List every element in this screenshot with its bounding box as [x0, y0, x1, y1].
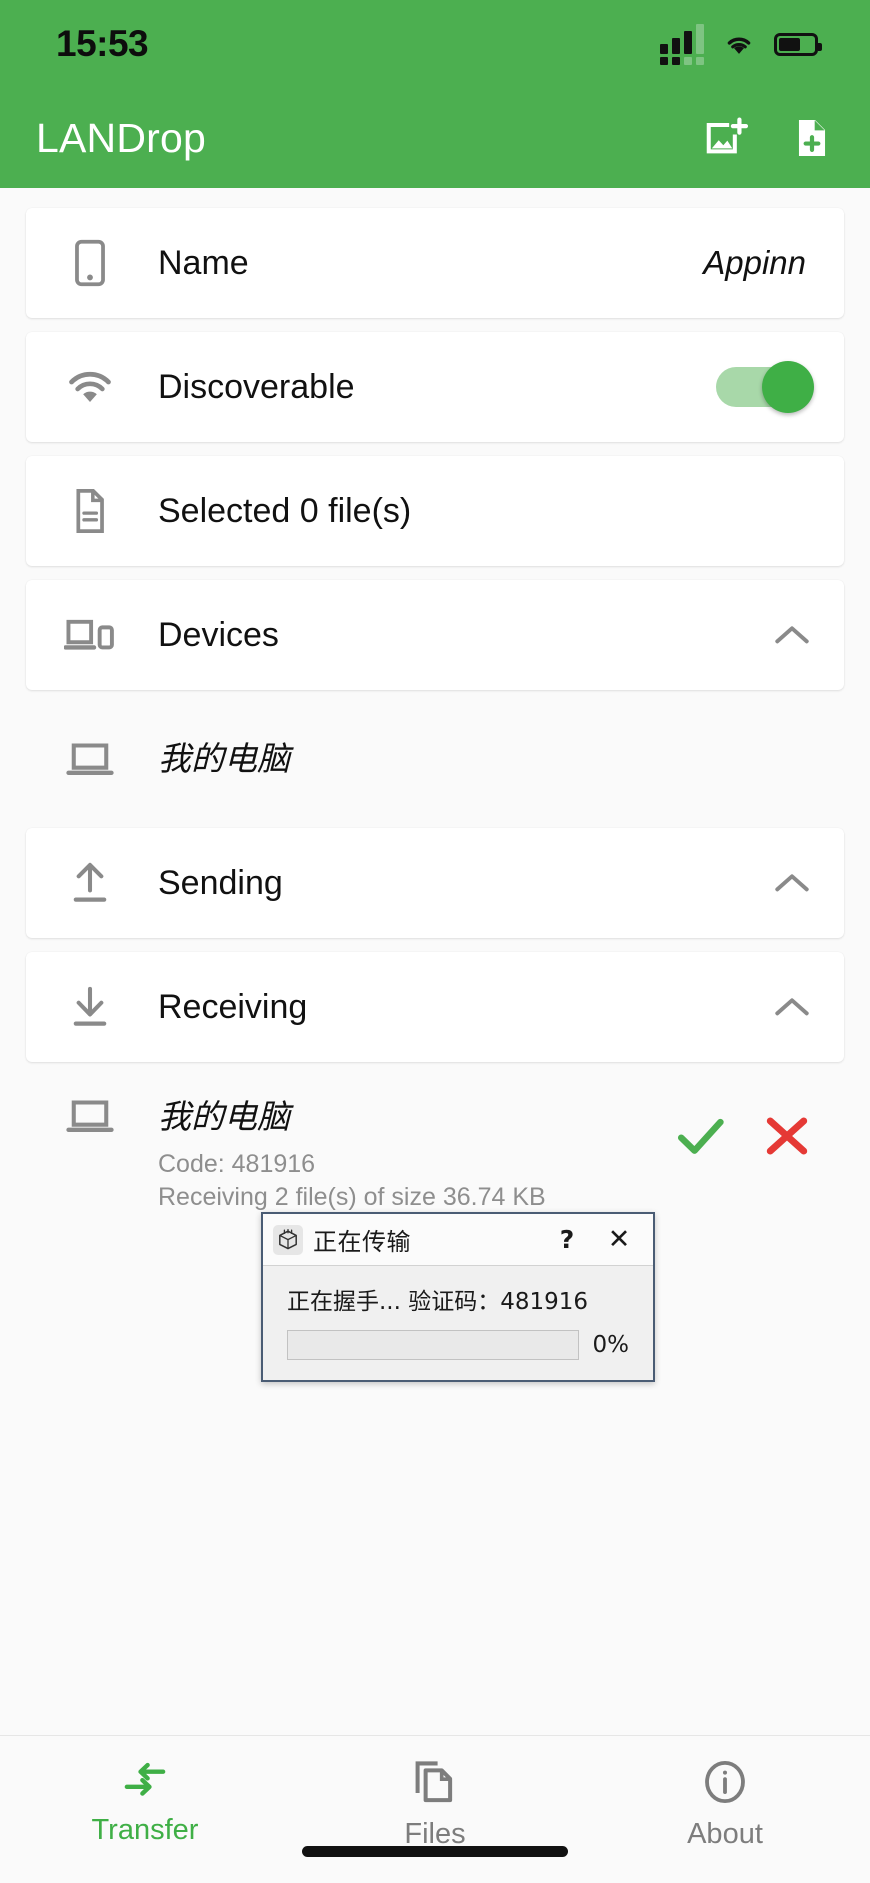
transfer-dialog-title: 正在传输	[313, 1228, 411, 1256]
row-devices-label: Devices	[158, 615, 279, 654]
transfer-dialog-body: 正在握手... 验证码：481916 0%	[263, 1266, 653, 1380]
transfer-dialog[interactable]: 正在传输 ? ✕ 正在握手... 验证码：481916 0%	[261, 1212, 655, 1382]
transfer-dialog-titlebar: 正在传输 ? ✕	[263, 1214, 653, 1266]
reject-transfer-button[interactable]	[764, 1116, 810, 1156]
app-bar: LANDrop	[0, 88, 870, 188]
nav-files[interactable]: Files	[290, 1760, 580, 1851]
cellular-signal-icon	[660, 23, 704, 65]
add-file-button[interactable]	[788, 114, 836, 162]
laptop-icon	[58, 1090, 122, 1136]
status-time: 15:53	[56, 23, 149, 64]
receiving-code: Code: 481916	[158, 1150, 316, 1178]
info-circle-icon	[705, 1760, 745, 1804]
receiving-actions	[676, 1090, 810, 1156]
chevron-up-icon[interactable]	[774, 872, 810, 894]
device-list-item[interactable]: 我的电脑	[26, 704, 844, 814]
upload-icon	[58, 860, 122, 906]
nav-about[interactable]: About	[580, 1760, 870, 1851]
file-icon	[58, 488, 122, 534]
status-indicators	[660, 23, 822, 65]
discoverable-toggle[interactable]	[716, 361, 814, 413]
receiving-device-name: 我的电脑	[158, 1098, 290, 1135]
row-receiving[interactable]: Receiving	[26, 952, 844, 1062]
bottom-navigation: Transfer Files About	[0, 1735, 870, 1883]
main-content: Name Appinn Discoverable Selected 0 file…	[0, 188, 870, 1735]
receiving-detail: Receiving 2 file(s) of size 36.74 KB	[158, 1183, 546, 1211]
row-receiving-label: Receiving	[158, 987, 308, 1026]
nav-about-label: About	[687, 1818, 763, 1850]
add-image-icon	[706, 117, 749, 154]
row-discoverable[interactable]: Discoverable	[26, 332, 844, 442]
transfer-dialog-progress-row: 0%	[287, 1330, 629, 1360]
package-icon	[273, 1224, 303, 1255]
smartphone-icon	[58, 239, 122, 287]
laptop-icon	[58, 739, 122, 779]
check-icon	[677, 1118, 724, 1154]
receiving-transfer-body: 我的电脑 Code: 481916 Receiving 2 file(s) of…	[122, 1090, 676, 1214]
add-file-icon	[798, 119, 826, 157]
close-icon	[766, 1117, 808, 1155]
nav-transfer[interactable]: Transfer	[0, 1760, 290, 1847]
row-sending[interactable]: Sending	[26, 828, 844, 938]
wifi-icon	[58, 367, 122, 407]
transfer-arrows-icon	[124, 1762, 166, 1796]
transfer-progress-bar	[287, 1330, 579, 1360]
row-discoverable-label: Discoverable	[158, 367, 355, 406]
receiving-transfer-item[interactable]: 我的电脑 Code: 481916 Receiving 2 file(s) of…	[26, 1076, 844, 1214]
app-title: LANDrop	[36, 114, 207, 161]
app-bar-actions	[702, 114, 836, 162]
transfer-progress-label: 0%	[592, 1332, 630, 1358]
home-indicator	[302, 1846, 568, 1857]
device-list-item-label: 我的电脑	[158, 740, 290, 778]
row-name-label: Name	[158, 243, 249, 282]
download-icon	[58, 984, 122, 1030]
row-name[interactable]: Name Appinn	[26, 208, 844, 318]
battery-icon	[774, 32, 822, 56]
accept-transfer-button[interactable]	[676, 1116, 726, 1156]
row-name-value: Appinn	[703, 244, 806, 281]
row-devices[interactable]: Devices	[26, 580, 844, 690]
add-image-button[interactable]	[702, 114, 750, 162]
row-selected-files[interactable]: Selected 0 file(s)	[26, 456, 844, 566]
status-bar: 15:53	[0, 0, 870, 88]
devices-icon	[58, 615, 122, 655]
wifi-icon	[727, 37, 751, 54]
transfer-dialog-status: 正在握手... 验证码：481916	[287, 1289, 589, 1315]
app-window: 15:53 LANDrop Name Appinn Discoverable S…	[0, 0, 870, 1883]
chevron-up-icon[interactable]	[774, 624, 810, 646]
row-selected-files-label: Selected 0 file(s)	[158, 491, 412, 530]
transfer-dialog-help-button[interactable]: ?	[547, 1225, 587, 1254]
copy-files-icon	[415, 1761, 453, 1803]
chevron-up-icon[interactable]	[774, 996, 810, 1018]
nav-transfer-label: Transfer	[91, 1814, 199, 1846]
row-sending-label: Sending	[158, 863, 283, 902]
toggle-knob	[762, 361, 814, 413]
transfer-dialog-close-button[interactable]: ✕	[597, 1226, 641, 1253]
